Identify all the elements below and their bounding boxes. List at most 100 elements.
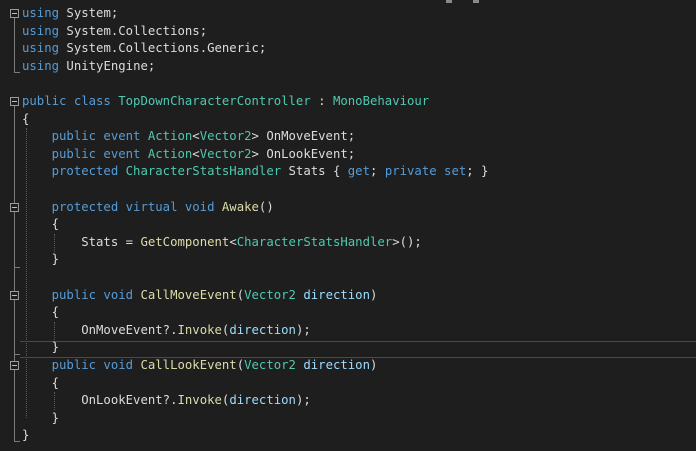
code-token: Vector2 [244, 358, 296, 372]
code-line-text: } [22, 410, 59, 428]
code-line[interactable]: Stats = GetComponent<CharacterStatsHandl… [0, 234, 696, 252]
code-token: > OnMoveEvent; [251, 129, 356, 144]
code-line-text: using System.Collections.Generic; [22, 40, 266, 58]
code-line-text: public event Action<Vector2> OnLookEvent… [22, 146, 356, 164]
code-token: { [22, 375, 60, 390]
code-token: public event [22, 146, 148, 161]
code-line[interactable]: using System.Collections; [0, 23, 696, 41]
code-token: Action [147, 129, 193, 144]
code-line-text: { [22, 216, 59, 234]
code-line[interactable] [0, 269, 696, 287]
code-line[interactable]: protected CharacterStatsHandler Stats { … [0, 163, 696, 181]
code-line-text: } [22, 427, 29, 445]
code-token: } [22, 340, 60, 355]
code-token: Vector2 [199, 129, 252, 144]
code-token: public void [22, 287, 141, 302]
code-token: CallLookEvent [140, 358, 237, 372]
code-line[interactable]: public event Action<Vector2> OnLookEvent… [0, 146, 696, 164]
code-token: Vector2 [244, 287, 296, 302]
code-line[interactable]: { [0, 304, 696, 322]
code-line-text: public void CallMoveEvent(Vector2 direct… [22, 287, 378, 305]
code-token: ( [236, 287, 245, 302]
code-line[interactable]: using System.Collections.Generic; [0, 40, 696, 58]
code-line[interactable] [0, 75, 696, 93]
code-token: } [22, 428, 30, 443]
code-token: ( [236, 358, 245, 372]
code-token: CallMoveEvent [140, 287, 237, 302]
code-line[interactable] [0, 181, 696, 199]
code-line-text: OnLookEvent?.Invoke(direction); [22, 392, 311, 410]
code-token: ; [370, 164, 385, 179]
code-token: Action [147, 146, 193, 161]
code-token: OnMoveEvent?. [22, 322, 178, 337]
code-line-text: protected virtual void Awake() [22, 199, 274, 217]
code-token: TopDownCharacterController [118, 94, 311, 108]
code-token: protected virtual void [22, 199, 222, 214]
code-token: Awake [221, 199, 259, 214]
code-token: < [229, 234, 237, 249]
code-line-text: { [22, 304, 59, 322]
code-line-text: using System.Collections; [22, 23, 207, 41]
code-token: using [22, 6, 60, 20]
code-line[interactable]: using UnityEngine; [0, 58, 696, 76]
code-token: direction [295, 358, 370, 372]
code-line-text: { [22, 375, 59, 393]
code-line[interactable]: { [0, 111, 696, 129]
code-token: public event [22, 129, 148, 144]
code-line[interactable]: { [0, 375, 696, 393]
code-line[interactable]: public event Action<Vector2> OnMoveEvent… [0, 128, 696, 146]
scroll-marker [446, 0, 482, 3]
code-line-text: using UnityEngine; [22, 58, 155, 76]
code-token: using [22, 58, 60, 73]
code-token: < [192, 146, 200, 161]
code-token: { [22, 305, 60, 320]
code-line-text: public class TopDownCharacterController … [22, 93, 429, 111]
code-line[interactable]: public void CallLookEvent(Vector2 direct… [0, 357, 696, 375]
code-line[interactable]: public void CallMoveEvent(Vector2 direct… [0, 287, 696, 305]
code-token: Invoke [177, 322, 222, 337]
code-token: CharacterStatsHandler [236, 234, 393, 249]
code-token: Invoke [177, 393, 222, 408]
code-line[interactable]: { [0, 216, 696, 234]
code-token: System; [59, 6, 119, 20]
code-line-text: protected CharacterStatsHandler Stats { … [22, 163, 489, 181]
code-token: ); [295, 393, 311, 408]
code-token: ) [370, 358, 378, 372]
code-line-text: } [22, 339, 59, 357]
code-token: GetComponent [140, 234, 230, 249]
code-token: UnityEngine; [59, 58, 156, 73]
code-line[interactable]: } [0, 410, 696, 428]
code-token: ) [370, 287, 378, 302]
code-token: System.Collections.Generic; [59, 41, 267, 56]
code-token: OnLookEvent?. [22, 393, 178, 408]
code-line[interactable]: public class TopDownCharacterController … [0, 93, 696, 111]
code-line[interactable]: using System; [0, 5, 696, 23]
code-line[interactable]: } [0, 339, 696, 357]
code-token: Stats { [281, 164, 348, 179]
code-token: ; } [466, 164, 489, 179]
code-token: using [22, 23, 60, 38]
code-token: } [22, 252, 60, 267]
code-line[interactable]: } [0, 251, 696, 269]
code-token: Vector2 [199, 146, 252, 161]
code-token: public class [22, 94, 119, 108]
code-line-text: Stats = GetComponent<CharacterStatsHandl… [22, 234, 422, 252]
code-token: : [310, 94, 333, 108]
code-line[interactable]: OnLookEvent?.Invoke(direction); [0, 392, 696, 410]
code-token: public void [22, 358, 141, 372]
code-token: System.Collections; [59, 23, 208, 38]
code-line[interactable]: protected virtual void Awake() [0, 199, 696, 217]
code-token: direction [295, 287, 370, 302]
code-line[interactable]: OnMoveEvent?.Invoke(direction); [0, 322, 696, 340]
code-line[interactable]: } [0, 427, 696, 445]
code-token: < [192, 129, 200, 144]
code-line-text: using System; [22, 5, 118, 23]
code-token: direction [229, 393, 296, 408]
code-token: MonoBehaviour [332, 94, 430, 108]
code-editor[interactable]: using System; using System.Collections; us… [0, 0, 696, 451]
code-line-text: } [22, 251, 59, 269]
code-token: CharacterStatsHandler [125, 164, 282, 179]
code-token: () [258, 199, 274, 214]
code-line-text: { [22, 111, 29, 129]
code-token: private set [384, 164, 467, 179]
